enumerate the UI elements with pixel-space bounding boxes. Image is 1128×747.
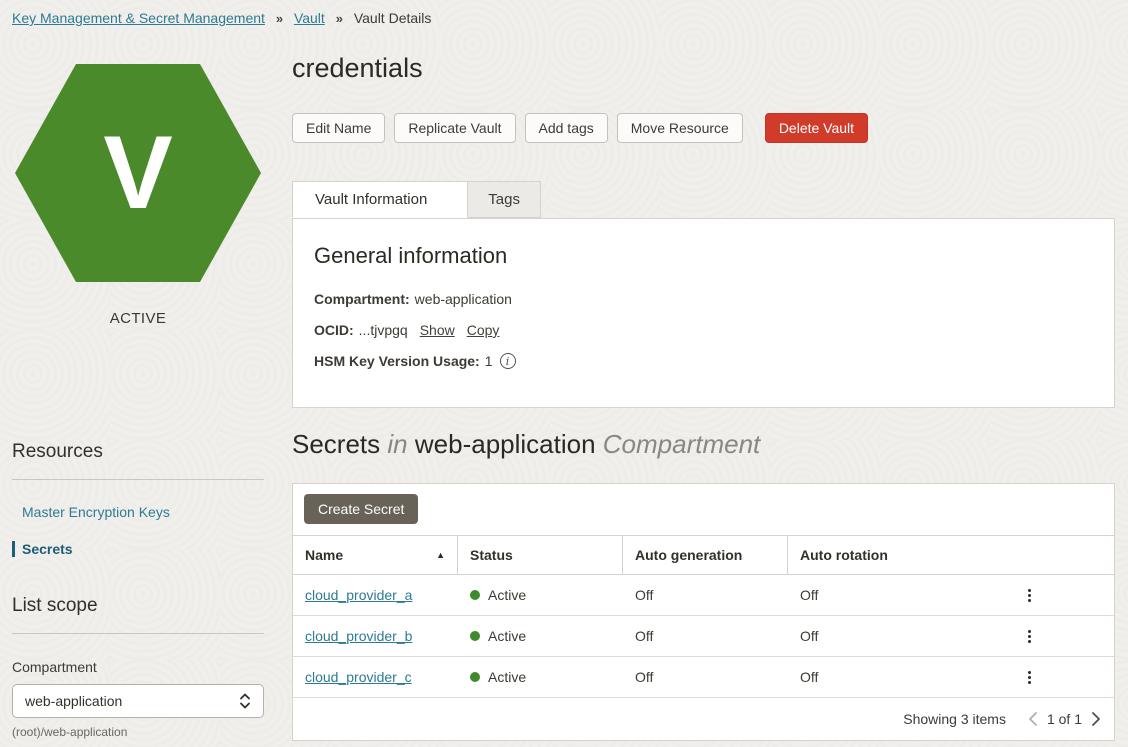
breadcrumb-separator: » <box>336 11 343 26</box>
kebab-menu-icon[interactable] <box>1022 583 1037 608</box>
table-row: cloud_provider_a Active Off Off <box>293 575 1114 616</box>
delete-vault-button[interactable]: Delete Vault <box>765 113 868 143</box>
status-active-icon <box>470 631 480 641</box>
auto-generation-value: Off <box>623 669 788 685</box>
auto-rotation-value: Off <box>788 587 944 603</box>
status-text: Active <box>488 628 526 644</box>
compartment-row: Compartment: web-application <box>314 291 1093 307</box>
auto-generation-value: Off <box>623 587 788 603</box>
kebab-menu-icon[interactable] <box>1022 624 1037 649</box>
table-header-row: Name ▲ Status Auto generation Auto rotat… <box>293 535 1114 575</box>
create-secret-button[interactable]: Create Secret <box>304 494 418 524</box>
status-active-icon <box>470 590 480 600</box>
auto-generation-value: Off <box>623 628 788 644</box>
divider <box>12 479 264 480</box>
tab-tags[interactable]: Tags <box>468 181 541 218</box>
column-header-auto-generation: Auto generation <box>623 536 788 574</box>
table-row: cloud_provider_c Active Off Off <box>293 657 1114 698</box>
table-row: cloud_provider_b Active Off Off <box>293 616 1114 657</box>
secrets-heading-prefix: Secrets <box>292 429 380 459</box>
main-content: credentials Edit Name Replicate Vault Ad… <box>292 35 1115 741</box>
compartment-field-value: web-application <box>415 291 512 307</box>
page-title: credentials <box>292 53 1115 84</box>
column-header-status: Status <box>458 536 623 574</box>
prev-page-icon[interactable] <box>1028 711 1038 727</box>
breadcrumb-current: Vault Details <box>354 10 432 26</box>
column-header-status-label: Status <box>470 547 513 563</box>
sidebar: V ACTIVE Resources Master Encryption Key… <box>12 35 264 741</box>
status-active-icon <box>470 672 480 682</box>
move-resource-button[interactable]: Move Resource <box>617 113 743 143</box>
column-header-auto-generation-label: Auto generation <box>635 547 742 563</box>
breadcrumb: Key Management & Secret Management » Vau… <box>0 0 1128 35</box>
tab-vault-information[interactable]: Vault Information <box>292 181 468 218</box>
vault-information-panel: General information Compartment: web-app… <box>292 218 1115 408</box>
ocid-show-link[interactable]: Show <box>420 322 455 338</box>
breadcrumb-link-key-management[interactable]: Key Management & Secret Management <box>12 10 265 26</box>
column-header-name[interactable]: Name ▲ <box>293 536 458 574</box>
secret-link[interactable]: cloud_provider_a <box>305 587 412 603</box>
status-text: Active <box>488 669 526 685</box>
secret-link[interactable]: cloud_provider_b <box>305 628 412 644</box>
ocid-copy-link[interactable]: Copy <box>467 322 500 338</box>
action-bar: Edit Name Replicate Vault Add tags Move … <box>292 113 1115 143</box>
secrets-heading-in: in <box>387 429 407 459</box>
secret-link[interactable]: cloud_provider_c <box>305 669 412 685</box>
divider <box>12 633 264 634</box>
page-indicator: 1 of 1 <box>1047 711 1082 727</box>
hsm-field-label: HSM Key Version Usage: <box>314 353 480 369</box>
column-header-auto-rotation: Auto rotation <box>788 536 944 574</box>
auto-rotation-value: Off <box>788 628 944 644</box>
ocid-field-value: ...tjvpgq <box>359 322 408 338</box>
sidebar-item-secrets[interactable]: Secrets <box>12 541 264 557</box>
vault-status-label: ACTIVE <box>12 310 264 327</box>
list-scope-heading: List scope <box>12 595 264 617</box>
select-chevrons-icon <box>239 692 251 710</box>
compartment-label: Compartment <box>12 659 264 675</box>
vault-icon-letter: V <box>103 115 172 231</box>
auto-rotation-value: Off <box>788 669 944 685</box>
sort-asc-icon[interactable]: ▲ <box>436 550 445 560</box>
column-header-actions <box>944 536 1114 574</box>
secrets-table-panel: Create Secret Name ▲ Status Auto generat… <box>292 483 1115 741</box>
secrets-heading-suffix: Compartment <box>603 429 761 459</box>
vault-hexagon-icon: V <box>12 64 264 287</box>
sidebar-item-master-encryption-keys[interactable]: Master Encryption Keys <box>12 504 264 520</box>
compartment-select-value: web-application <box>25 693 122 709</box>
table-pagination: Showing 3 items 1 of 1 <box>293 698 1114 740</box>
add-tags-button[interactable]: Add tags <box>525 113 608 143</box>
next-page-icon[interactable] <box>1091 711 1101 727</box>
hsm-field-value: 1 <box>485 353 493 369</box>
breadcrumb-link-vault[interactable]: Vault <box>294 10 325 26</box>
column-header-name-label: Name <box>305 547 343 563</box>
replicate-vault-button[interactable]: Replicate Vault <box>394 113 515 143</box>
info-icon[interactable]: i <box>500 353 516 369</box>
compartment-field-label: Compartment: <box>314 291 410 307</box>
secrets-heading-compartment: web-application <box>415 429 596 459</box>
compartment-path: (root)/web-application <box>12 725 264 739</box>
status-text: Active <box>488 587 526 603</box>
edit-name-button[interactable]: Edit Name <box>292 113 385 143</box>
resources-heading: Resources <box>12 441 264 463</box>
ocid-field-label: OCID: <box>314 322 354 338</box>
pagination-summary: Showing 3 items <box>903 711 1006 727</box>
secrets-section-heading: Secrets in web-application Compartment <box>292 429 1115 460</box>
breadcrumb-separator: » <box>276 11 283 26</box>
kebab-menu-icon[interactable] <box>1022 665 1037 690</box>
hsm-key-version-row: HSM Key Version Usage: 1 i <box>314 353 1093 369</box>
ocid-row: OCID: ...tjvpgq Show Copy <box>314 322 1093 338</box>
table-toolbar: Create Secret <box>293 484 1114 535</box>
compartment-select[interactable]: web-application <box>12 684 264 718</box>
general-information-heading: General information <box>314 243 1093 269</box>
column-header-auto-rotation-label: Auto rotation <box>800 547 888 563</box>
tab-bar: Vault Information Tags <box>292 181 1115 218</box>
